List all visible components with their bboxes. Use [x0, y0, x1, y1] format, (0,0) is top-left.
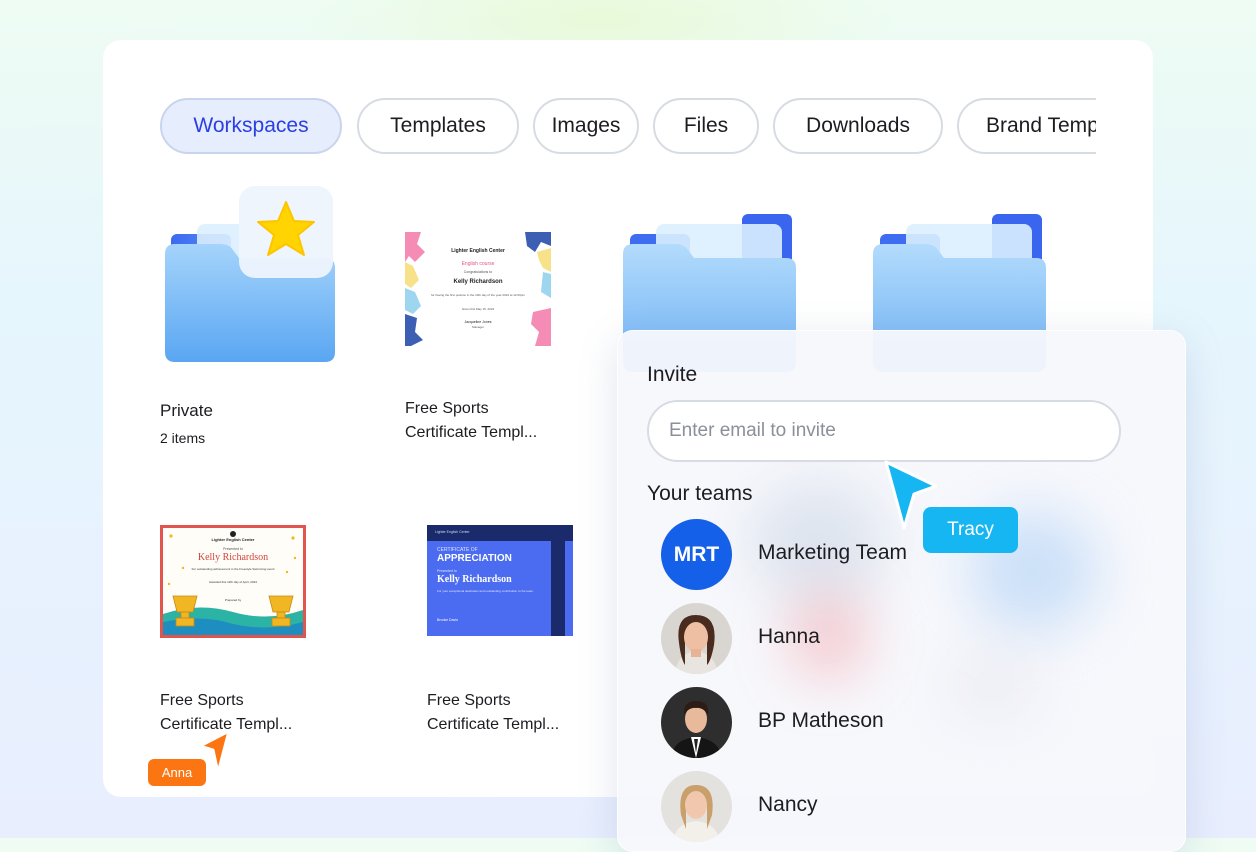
tab-brand-templates[interactable]: Brand Templates [957, 98, 1096, 154]
member-name: Nancy [758, 793, 818, 816]
tab-templates[interactable]: Templates [357, 98, 519, 154]
email-invite-input[interactable] [647, 400, 1121, 462]
category-tabs: Workspaces Templates Images Files Downlo… [160, 97, 1096, 157]
item-title: Certificate Templ... [405, 424, 538, 441]
cert-recipient: Kelly Richardson [197, 552, 269, 563]
cert-header: Lighter English Center [435, 530, 470, 534]
avatar [661, 687, 732, 758]
item-title: Free Sports [405, 400, 489, 417]
avatar [661, 603, 732, 674]
tab-files[interactable]: Files [653, 98, 759, 154]
cert-presented: Presented to [223, 547, 243, 551]
cert-org: Lighter English Center [451, 248, 505, 254]
team-avatar: MRT [661, 519, 732, 590]
cert-prepared: Prepared by [224, 598, 242, 602]
tab-downloads[interactable]: Downloads [773, 98, 943, 154]
invite-popup: Invite Your teams MRT Marketing Team Han… [617, 330, 1186, 852]
member-name: BP Matheson [758, 709, 884, 732]
cert-body: For outstanding achievement in the Frees… [191, 567, 275, 571]
team-member-row[interactable]: Hanna [661, 603, 1061, 675]
cert-recipient: Kelly Richardson [453, 279, 503, 285]
item-title: Private [160, 401, 213, 420]
cert-body: for having the first position in the 10t… [431, 293, 525, 297]
team-member-row[interactable]: Nancy [661, 771, 1061, 843]
private-folder[interactable] [163, 186, 338, 371]
certificate-thumbnail[interactable]: Lighter English Center CERTIFICATE OF AP… [427, 525, 573, 636]
cert-signer: Brooke Davis [437, 618, 458, 622]
cert-signer: Jacqueline Jones [464, 320, 492, 324]
cert-date: Awarded this 12th day of April, 2024 [209, 580, 257, 584]
member-name: Marketing Team [758, 541, 908, 564]
item-count: 2 items [160, 430, 206, 446]
cert-date: Given this May 15, 2024 [461, 307, 495, 311]
tab-images[interactable]: Images [533, 98, 639, 154]
tab-workspaces[interactable]: Workspaces [160, 98, 342, 154]
tracy-cursor-label: Tracy [923, 507, 1018, 553]
starred-folder-icon [165, 186, 335, 362]
team-member-row[interactable]: BP Matheson [661, 687, 1061, 759]
invite-heading: Invite [647, 363, 698, 386]
certificate-thumbnail[interactable]: Lighter English Center Presented to Kell… [160, 525, 306, 638]
avatar [661, 771, 732, 842]
anna-cursor-label: Anna [148, 759, 206, 786]
cert-title: APPRECIATION [437, 553, 512, 564]
item-title: Free Sports [427, 692, 511, 709]
cert-recipient: Kelly Richardson [437, 574, 512, 585]
cert-presented: Presented to [437, 569, 457, 573]
cert-congrats: Congratulations to [463, 270, 493, 274]
cert-role: Manager [472, 325, 484, 329]
cert-org: Lighter English Center [211, 537, 255, 542]
item-title: Certificate Templ... [427, 716, 560, 733]
teams-heading: Your teams [647, 482, 753, 505]
cert-body: For your exceptional dedication and outs… [437, 589, 534, 593]
certificate-thumbnail[interactable]: Lighter English Center English course Co… [405, 232, 551, 346]
member-name: Hanna [758, 625, 820, 648]
item-title: Free Sports [160, 692, 244, 709]
cert-course: English course [461, 261, 495, 267]
